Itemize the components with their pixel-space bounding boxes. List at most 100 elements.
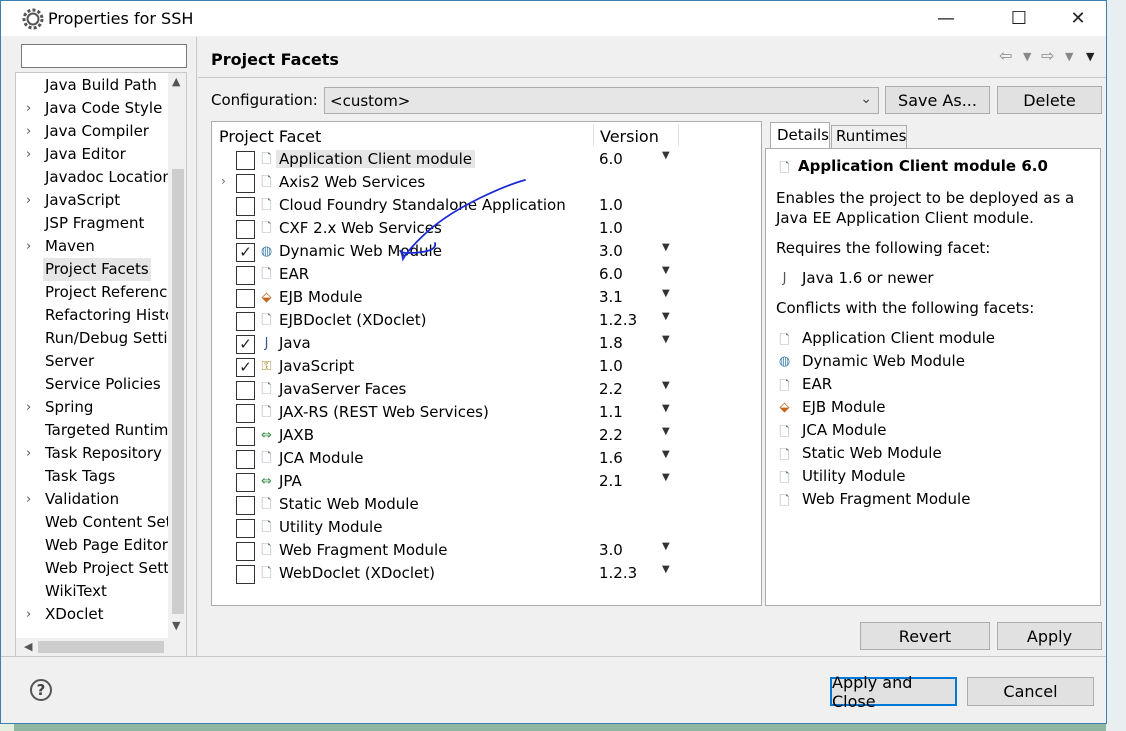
facet-checkbox[interactable] — [236, 496, 255, 515]
chevron-right-icon[interactable]: › — [26, 189, 31, 212]
cancel-button[interactable]: Cancel — [967, 677, 1094, 706]
facet-version[interactable]: 1.6 — [599, 449, 623, 467]
table-row[interactable]: 🗋 Application Client module 6.0 ▼ — [212, 148, 761, 171]
filter-input[interactable] — [21, 44, 187, 68]
close-button[interactable]: ✕ — [1055, 1, 1101, 36]
facet-version[interactable]: 1.2.3 — [599, 564, 637, 582]
back-menu-icon[interactable]: ▼ — [1023, 50, 1031, 63]
facet-checkbox[interactable] — [236, 450, 255, 469]
facet-checkbox[interactable]: ✓ — [236, 358, 255, 377]
scroll-down-icon[interactable]: ▼ — [172, 619, 180, 632]
facet-checkbox[interactable] — [236, 404, 255, 423]
save-as-button[interactable]: Save As... — [885, 86, 990, 114]
facet-checkbox[interactable] — [236, 381, 255, 400]
version-dropdown-icon[interactable]: ▼ — [662, 426, 670, 437]
horizontal-scroll-thumb[interactable] — [38, 641, 164, 653]
scroll-up-icon[interactable]: ▲ — [172, 75, 180, 88]
facet-checkbox[interactable] — [236, 220, 255, 239]
nav-item[interactable]: Project Facets — [16, 258, 168, 281]
facet-checkbox[interactable] — [236, 266, 255, 285]
facet-checkbox[interactable] — [236, 197, 255, 216]
version-dropdown-icon[interactable]: ▼ — [662, 380, 670, 391]
apply-button[interactable]: Apply — [997, 622, 1102, 650]
version-dropdown-icon[interactable]: ▼ — [662, 564, 670, 575]
nav-item[interactable]: Project References — [16, 281, 168, 304]
chevron-right-icon[interactable]: › — [26, 235, 31, 258]
nav-item[interactable]: Web Page Editor — [16, 534, 168, 557]
table-row[interactable]: 🗋 JavaServer Faces 2.2 ▼ — [212, 378, 761, 401]
facet-checkbox[interactable] — [236, 312, 255, 331]
table-row[interactable]: ⇔ JPA 2.1 ▼ — [212, 470, 761, 493]
nav-item[interactable]: › Java Code Style — [16, 97, 168, 120]
table-row[interactable]: 🗋 WebDoclet (XDoclet) 1.2.3 ▼ — [212, 562, 761, 585]
version-dropdown-icon[interactable]: ▼ — [662, 288, 670, 299]
facet-checkbox[interactable] — [236, 473, 255, 492]
chevron-right-icon[interactable]: › — [26, 97, 31, 120]
nav-item[interactable]: Java Build Path — [16, 74, 168, 97]
version-dropdown-icon[interactable]: ▼ — [662, 150, 670, 161]
table-row[interactable]: ⇔ JAXB 2.2 ▼ — [212, 424, 761, 447]
nav-item[interactable]: Web Content Settings — [16, 511, 168, 534]
revert-button[interactable]: Revert — [860, 622, 990, 650]
facet-checkbox[interactable]: ✓ — [236, 335, 255, 354]
forward-arrow-icon[interactable]: ⇨ — [1041, 46, 1054, 65]
nav-item[interactable]: Service Policies — [16, 373, 168, 396]
nav-item[interactable]: Server — [16, 350, 168, 373]
table-row[interactable]: 🗋 Static Web Module — [212, 493, 761, 516]
table-row[interactable]: ✓ ⚿ JavaScript 1.0 — [212, 355, 761, 378]
chevron-right-icon[interactable]: › — [26, 488, 31, 511]
forward-menu-icon[interactable]: ▼ — [1065, 50, 1073, 63]
facet-version[interactable]: 2.1 — [599, 472, 623, 490]
facet-checkbox[interactable] — [236, 289, 255, 308]
nav-item[interactable]: Run/Debug Settings — [16, 327, 168, 350]
view-menu-icon[interactable]: ▼ — [1086, 50, 1094, 63]
version-dropdown-icon[interactable]: ▼ — [662, 242, 670, 253]
table-row[interactable]: 🗋 EAR 6.0 ▼ — [212, 263, 761, 286]
table-row[interactable]: 🗋 Web Fragment Module 3.0 ▼ — [212, 539, 761, 562]
delete-button[interactable]: Delete — [997, 86, 1102, 114]
nav-item[interactable]: › Spring — [16, 396, 168, 419]
nav-item[interactable]: JSP Fragment — [16, 212, 168, 235]
version-dropdown-icon[interactable]: ▼ — [662, 334, 670, 345]
tab-runtimes[interactable]: Runtimes — [831, 125, 907, 149]
facet-checkbox[interactable] — [236, 151, 255, 170]
facet-checkbox[interactable] — [236, 174, 255, 193]
version-dropdown-icon[interactable]: ▼ — [662, 449, 670, 460]
version-dropdown-icon[interactable]: ▼ — [662, 541, 670, 552]
nav-item[interactable]: › Validation — [16, 488, 168, 511]
facet-checkbox[interactable] — [236, 542, 255, 561]
back-arrow-icon[interactable]: ⇦ — [999, 46, 1012, 65]
vertical-scroll-thumb[interactable] — [172, 169, 184, 614]
facet-version[interactable]: 3.1 — [599, 288, 623, 306]
table-row[interactable]: ⬙ EJB Module 3.1 ▼ — [212, 286, 761, 309]
chevron-right-icon[interactable]: › — [26, 442, 31, 465]
facet-checkbox[interactable] — [236, 519, 255, 538]
nav-item[interactable]: Refactoring History — [16, 304, 168, 327]
chevron-right-icon[interactable]: › — [26, 120, 31, 143]
nav-item[interactable]: › XDoclet — [16, 603, 168, 626]
table-row[interactable]: 🗋 Utility Module — [212, 516, 761, 539]
chevron-right-icon[interactable]: › — [221, 174, 226, 188]
help-icon[interactable]: ? — [30, 679, 52, 701]
nav-item[interactable]: Targeted Runtimes — [16, 419, 168, 442]
table-row[interactable]: 🗋 JAX-RS (REST Web Services) 1.1 ▼ — [212, 401, 761, 424]
nav-item[interactable]: › Task Repository — [16, 442, 168, 465]
scroll-left-icon[interactable]: ◀ — [24, 640, 32, 653]
tab-details[interactable]: Details — [770, 122, 830, 150]
facet-checkbox[interactable]: ✓ — [236, 243, 255, 262]
facet-checkbox[interactable] — [236, 427, 255, 446]
facet-version[interactable]: 2.2 — [599, 380, 623, 398]
nav-item[interactable]: › Java Compiler — [16, 120, 168, 143]
nav-item[interactable]: Web Project Settings — [16, 557, 168, 580]
version-dropdown-icon[interactable]: ▼ — [662, 403, 670, 414]
facet-version[interactable]: 6.0 — [599, 265, 623, 283]
chevron-right-icon[interactable]: › — [26, 396, 31, 419]
nav-item[interactable]: Javadoc Location — [16, 166, 168, 189]
facet-version[interactable]: 3.0 — [599, 242, 623, 260]
panel-splitter[interactable] — [196, 37, 197, 657]
table-row[interactable]: ✓ J Java 1.8 ▼ — [212, 332, 761, 355]
facet-version[interactable]: 1.1 — [599, 403, 623, 421]
nav-item[interactable]: WikiText — [16, 580, 168, 603]
facet-version[interactable]: 2.2 — [599, 426, 623, 444]
nav-item[interactable]: › Maven — [16, 235, 168, 258]
